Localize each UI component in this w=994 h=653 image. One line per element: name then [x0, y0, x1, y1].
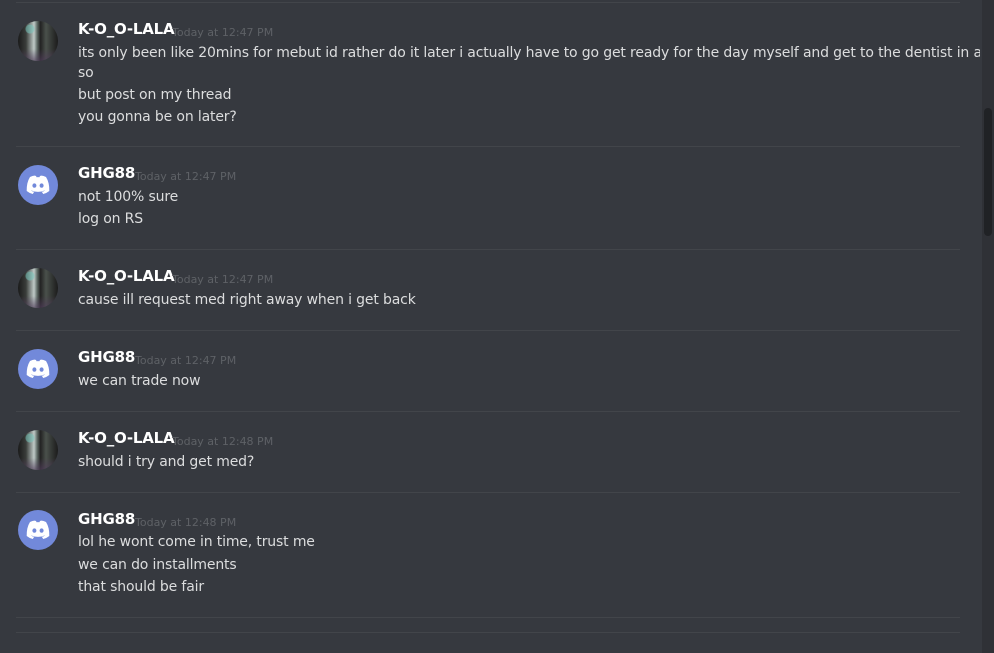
divider	[16, 330, 960, 331]
message-timestamp: Today at 12:48 PM	[135, 516, 237, 529]
username[interactable]: GHG88	[78, 510, 135, 528]
user-avatar[interactable]	[18, 430, 58, 470]
message-timestamp: Today at 12:47 PM	[135, 354, 237, 367]
divider	[16, 249, 960, 250]
user-avatar[interactable]	[18, 510, 58, 550]
message-text: we can trade now	[78, 373, 201, 389]
message-timestamp: Today at 12:47 PM	[172, 26, 274, 39]
message-text: but post on my thread	[78, 87, 232, 103]
username[interactable]: GHG88	[78, 164, 135, 182]
message-text: log on RS	[78, 211, 143, 227]
username[interactable]: K-O_O-LALA	[78, 20, 175, 38]
username[interactable]: K-O_O-LALA	[78, 267, 175, 285]
message-text: cause ill request med right away when i …	[78, 292, 416, 308]
username[interactable]: K-O_O-LALA	[78, 429, 175, 447]
username[interactable]: GHG88	[78, 348, 135, 366]
divider	[16, 492, 960, 493]
message-list[interactable]: K-O_O-LALA Today at 12:47 PM its only be…	[0, 0, 980, 653]
message-text: not 100% sure	[78, 189, 179, 205]
scrollbar-track[interactable]	[982, 0, 994, 653]
message-text: so	[78, 65, 94, 81]
discord-logo-icon	[26, 359, 50, 378]
message-timestamp: Today at 12:47 PM	[135, 170, 237, 183]
message-text: its only been like 20mins for mebut id r…	[78, 45, 980, 61]
user-avatar[interactable]	[18, 165, 58, 205]
divider	[16, 632, 960, 633]
message-text: we can do installments	[78, 557, 237, 573]
user-avatar[interactable]	[18, 21, 58, 61]
divider	[16, 617, 960, 618]
divider	[16, 2, 960, 3]
message-text: should i try and get med?	[78, 454, 255, 470]
message-text: that should be fair	[78, 579, 204, 595]
message-timestamp: Today at 12:47 PM	[172, 273, 274, 286]
message-text: you gonna be on later?	[78, 109, 237, 125]
divider	[16, 146, 960, 147]
scrollbar-thumb[interactable]	[984, 108, 992, 236]
user-avatar[interactable]	[18, 349, 58, 389]
message-timestamp: Today at 12:48 PM	[172, 435, 274, 448]
user-avatar[interactable]	[18, 268, 58, 308]
message-text: lol he wont come in time, trust me	[78, 534, 315, 550]
discord-logo-icon	[26, 520, 50, 539]
discord-logo-icon	[26, 175, 50, 194]
divider	[16, 411, 960, 412]
